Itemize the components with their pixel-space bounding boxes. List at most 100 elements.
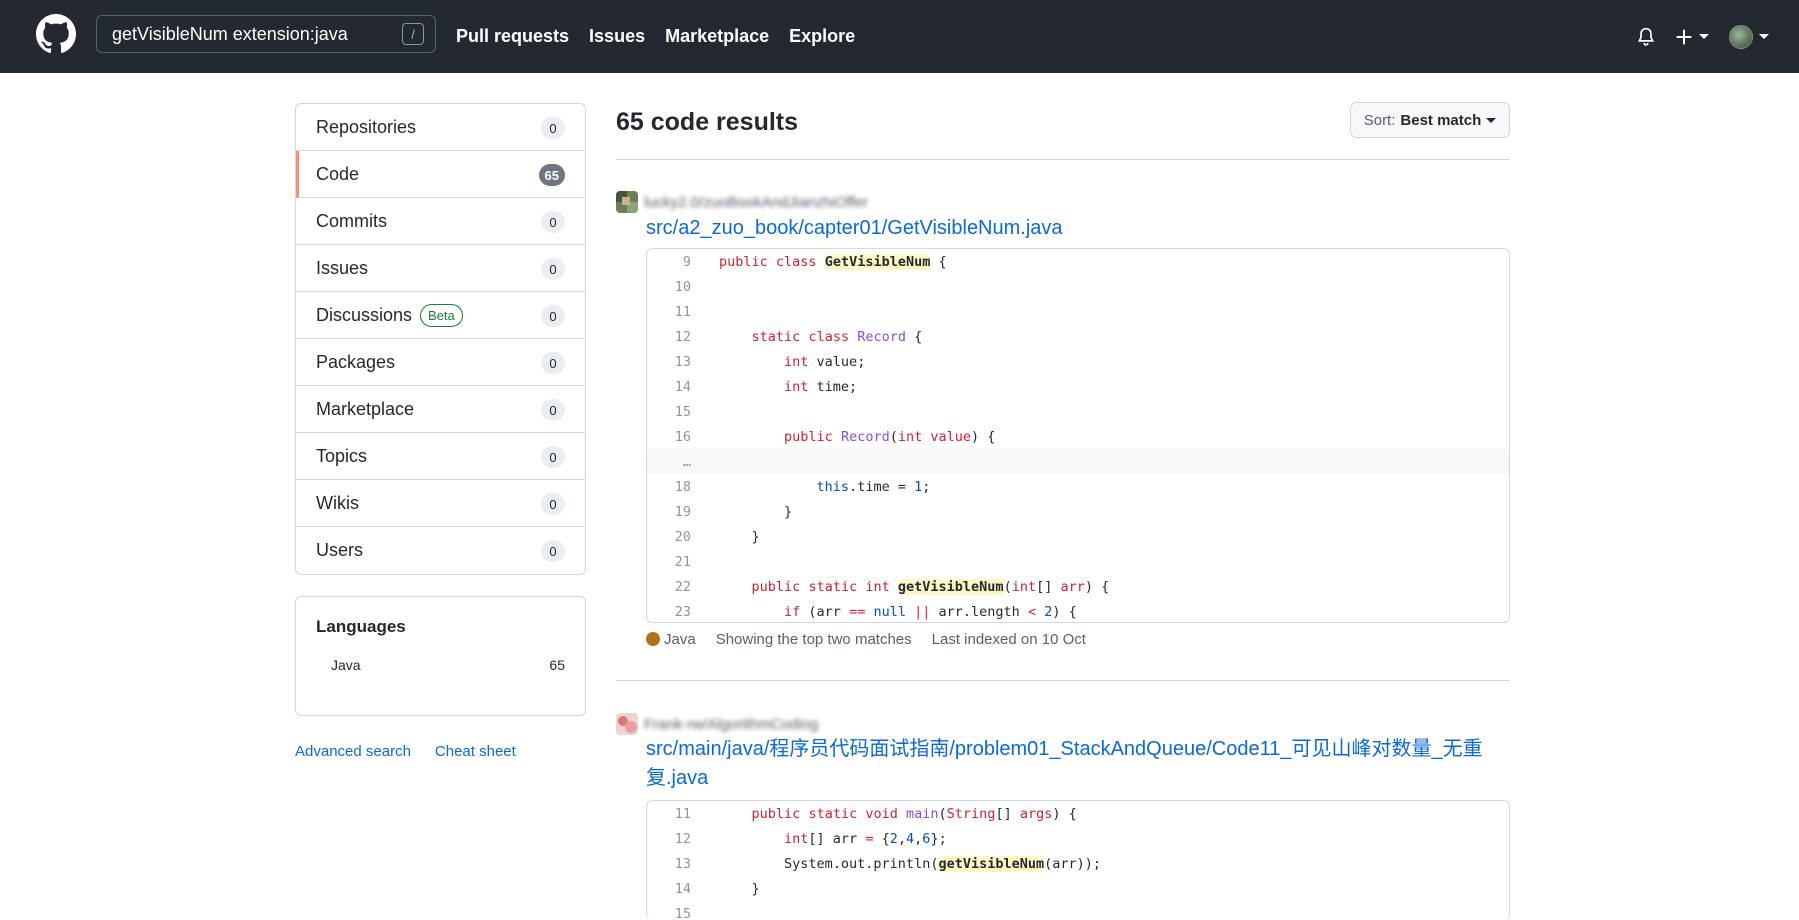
filter-commits[interactable]: Commits 0 — [296, 198, 585, 245]
filter-count: 0 — [541, 446, 565, 468]
filter-wikis[interactable]: Wikis 0 — [296, 480, 585, 527]
filter-users[interactable]: Users 0 — [296, 527, 585, 574]
nav-marketplace[interactable]: Marketplace — [665, 26, 769, 47]
notifications-button[interactable] — [1637, 27, 1655, 47]
line-number[interactable]: 16 — [647, 429, 699, 445]
filter-discussions[interactable]: Discussions Beta 0 — [296, 292, 585, 339]
filter-packages[interactable]: Packages 0 — [296, 339, 585, 386]
result-language: Java — [646, 631, 696, 648]
line-number[interactable]: 18 — [647, 479, 699, 495]
avatar — [1729, 25, 1753, 49]
github-logo-icon[interactable] — [36, 14, 76, 54]
filter-label: Commits — [316, 211, 387, 232]
filter-count: 0 — [541, 399, 565, 421]
line-number[interactable]: 13 — [647, 856, 699, 872]
code-gap-line: … — [647, 449, 1509, 474]
filter-label: Repositories — [316, 117, 416, 138]
language-count: 65 — [549, 657, 565, 673]
line-number[interactable]: 12 — [647, 831, 699, 847]
nav-explore[interactable]: Explore — [789, 26, 855, 47]
results-count-heading: 65 code results — [616, 108, 798, 137]
create-new-button[interactable] — [1675, 28, 1709, 46]
languages-panel: Languages Java 65 — [295, 596, 586, 716]
line-number[interactable]: 12 — [647, 329, 699, 345]
line-number[interactable]: 22 — [647, 579, 699, 595]
repo-owner-avatar[interactable] — [616, 191, 638, 213]
line-number[interactable]: 11 — [647, 806, 699, 822]
line-number[interactable]: 13 — [647, 354, 699, 370]
line-number[interactable]: 15 — [647, 906, 699, 920]
filter-count: 0 — [541, 540, 565, 562]
search-query-text: getVisibleNum extension:java — [112, 24, 348, 45]
code-line: 14 int time; — [647, 374, 1509, 399]
divider — [616, 680, 1510, 681]
code-line: 11 — [647, 299, 1509, 324]
filter-marketplace[interactable]: Marketplace 0 — [296, 386, 585, 433]
filter-topics[interactable]: Topics 0 — [296, 433, 585, 480]
code-line: 16 public Record(int value) { — [647, 424, 1509, 449]
search-input[interactable]: getVisibleNum extension:java / — [96, 15, 436, 53]
language-filter-java[interactable]: Java 65 — [316, 657, 565, 673]
search-type-filter-menu: Repositories 0 Code 65 Commits 0 Issues … — [295, 103, 586, 575]
line-number[interactable]: 23 — [647, 604, 699, 620]
language-name: Java — [331, 657, 361, 673]
line-number[interactable]: 11 — [647, 304, 699, 320]
filter-code[interactable]: Code 65 — [296, 151, 585, 198]
repo-name-link[interactable]: lucky2.0/zuoBookAndJianzhiOffer — [644, 194, 868, 211]
result-meta: Java Showing the top two matches Last in… — [646, 631, 1086, 648]
line-number[interactable]: 19 — [647, 504, 699, 520]
code-line: 21 — [647, 549, 1509, 574]
repo-name-link[interactable]: Frank-rw/AlgorithmCoding — [644, 716, 818, 733]
filter-count: 65 — [539, 164, 565, 186]
matches-note: Showing the top two matches — [716, 631, 912, 648]
filter-issues[interactable]: Issues 0 — [296, 245, 585, 292]
filter-label: Topics — [316, 446, 367, 467]
filter-label: Marketplace — [316, 399, 414, 420]
sort-value: Best match — [1400, 112, 1481, 129]
code-line: 12 static class Record { — [647, 324, 1509, 349]
divider — [616, 159, 1510, 160]
line-number[interactable]: 21 — [647, 554, 699, 570]
result-repo-line: lucky2.0/zuoBookAndJianzhiOffer — [616, 191, 868, 213]
code-snippet: 9public class GetVisibleNum { 10 11 12 s… — [646, 248, 1510, 623]
bell-icon — [1637, 27, 1655, 47]
caret-down-icon — [1759, 34, 1769, 39]
code-line: 15 — [647, 399, 1509, 424]
code-line: 13 int value; — [647, 349, 1509, 374]
line-number[interactable]: 15 — [647, 404, 699, 420]
search-shortcut-badge: / — [402, 23, 424, 45]
cheat-sheet-link[interactable]: Cheat sheet — [435, 743, 516, 760]
filter-count: 0 — [541, 211, 565, 233]
code-line: 20 } — [647, 524, 1509, 549]
code-line: 18 this.time = 1; — [647, 474, 1509, 499]
language-label: Java — [664, 631, 696, 648]
code-line: 12 int[] arr = {2,4,6}; — [647, 826, 1509, 851]
filter-label: Packages — [316, 352, 395, 373]
user-menu-button[interactable] — [1729, 25, 1769, 49]
beta-badge: Beta — [420, 304, 463, 327]
code-snippet: 11 public static void main(String[] args… — [646, 800, 1510, 920]
code-line: 13 System.out.println(getVisibleNum(arr)… — [647, 851, 1509, 876]
advanced-search-link[interactable]: Advanced search — [295, 743, 411, 760]
result-file-link[interactable]: src/a2_zuo_book/capter01/GetVisibleNum.j… — [646, 214, 1063, 243]
result-file-link[interactable]: src/main/java/程序员代码面试指南/problem01_StackA… — [646, 735, 1496, 793]
filter-count: 0 — [541, 258, 565, 280]
line-number[interactable]: 10 — [647, 279, 699, 295]
code-line: 10 — [647, 274, 1509, 299]
line-number: … — [647, 454, 699, 470]
line-number[interactable]: 9 — [647, 254, 699, 270]
code-line: 19 } — [647, 499, 1509, 524]
code-line: 11 public static void main(String[] args… — [647, 801, 1509, 826]
sort-dropdown[interactable]: Sort: Best match — [1350, 102, 1510, 138]
caret-down-icon — [1486, 118, 1496, 123]
language-color-dot — [646, 632, 660, 646]
result-repo-line: Frank-rw/AlgorithmCoding — [616, 713, 818, 735]
repo-owner-avatar[interactable] — [616, 713, 638, 735]
filter-repositories[interactable]: Repositories 0 — [296, 104, 585, 151]
line-number[interactable]: 14 — [647, 379, 699, 395]
nav-issues[interactable]: Issues — [589, 26, 645, 47]
search-help-links: Advanced search Cheat sheet — [295, 743, 516, 760]
line-number[interactable]: 14 — [647, 881, 699, 897]
nav-pull-requests[interactable]: Pull requests — [456, 26, 569, 47]
line-number[interactable]: 20 — [647, 529, 699, 545]
